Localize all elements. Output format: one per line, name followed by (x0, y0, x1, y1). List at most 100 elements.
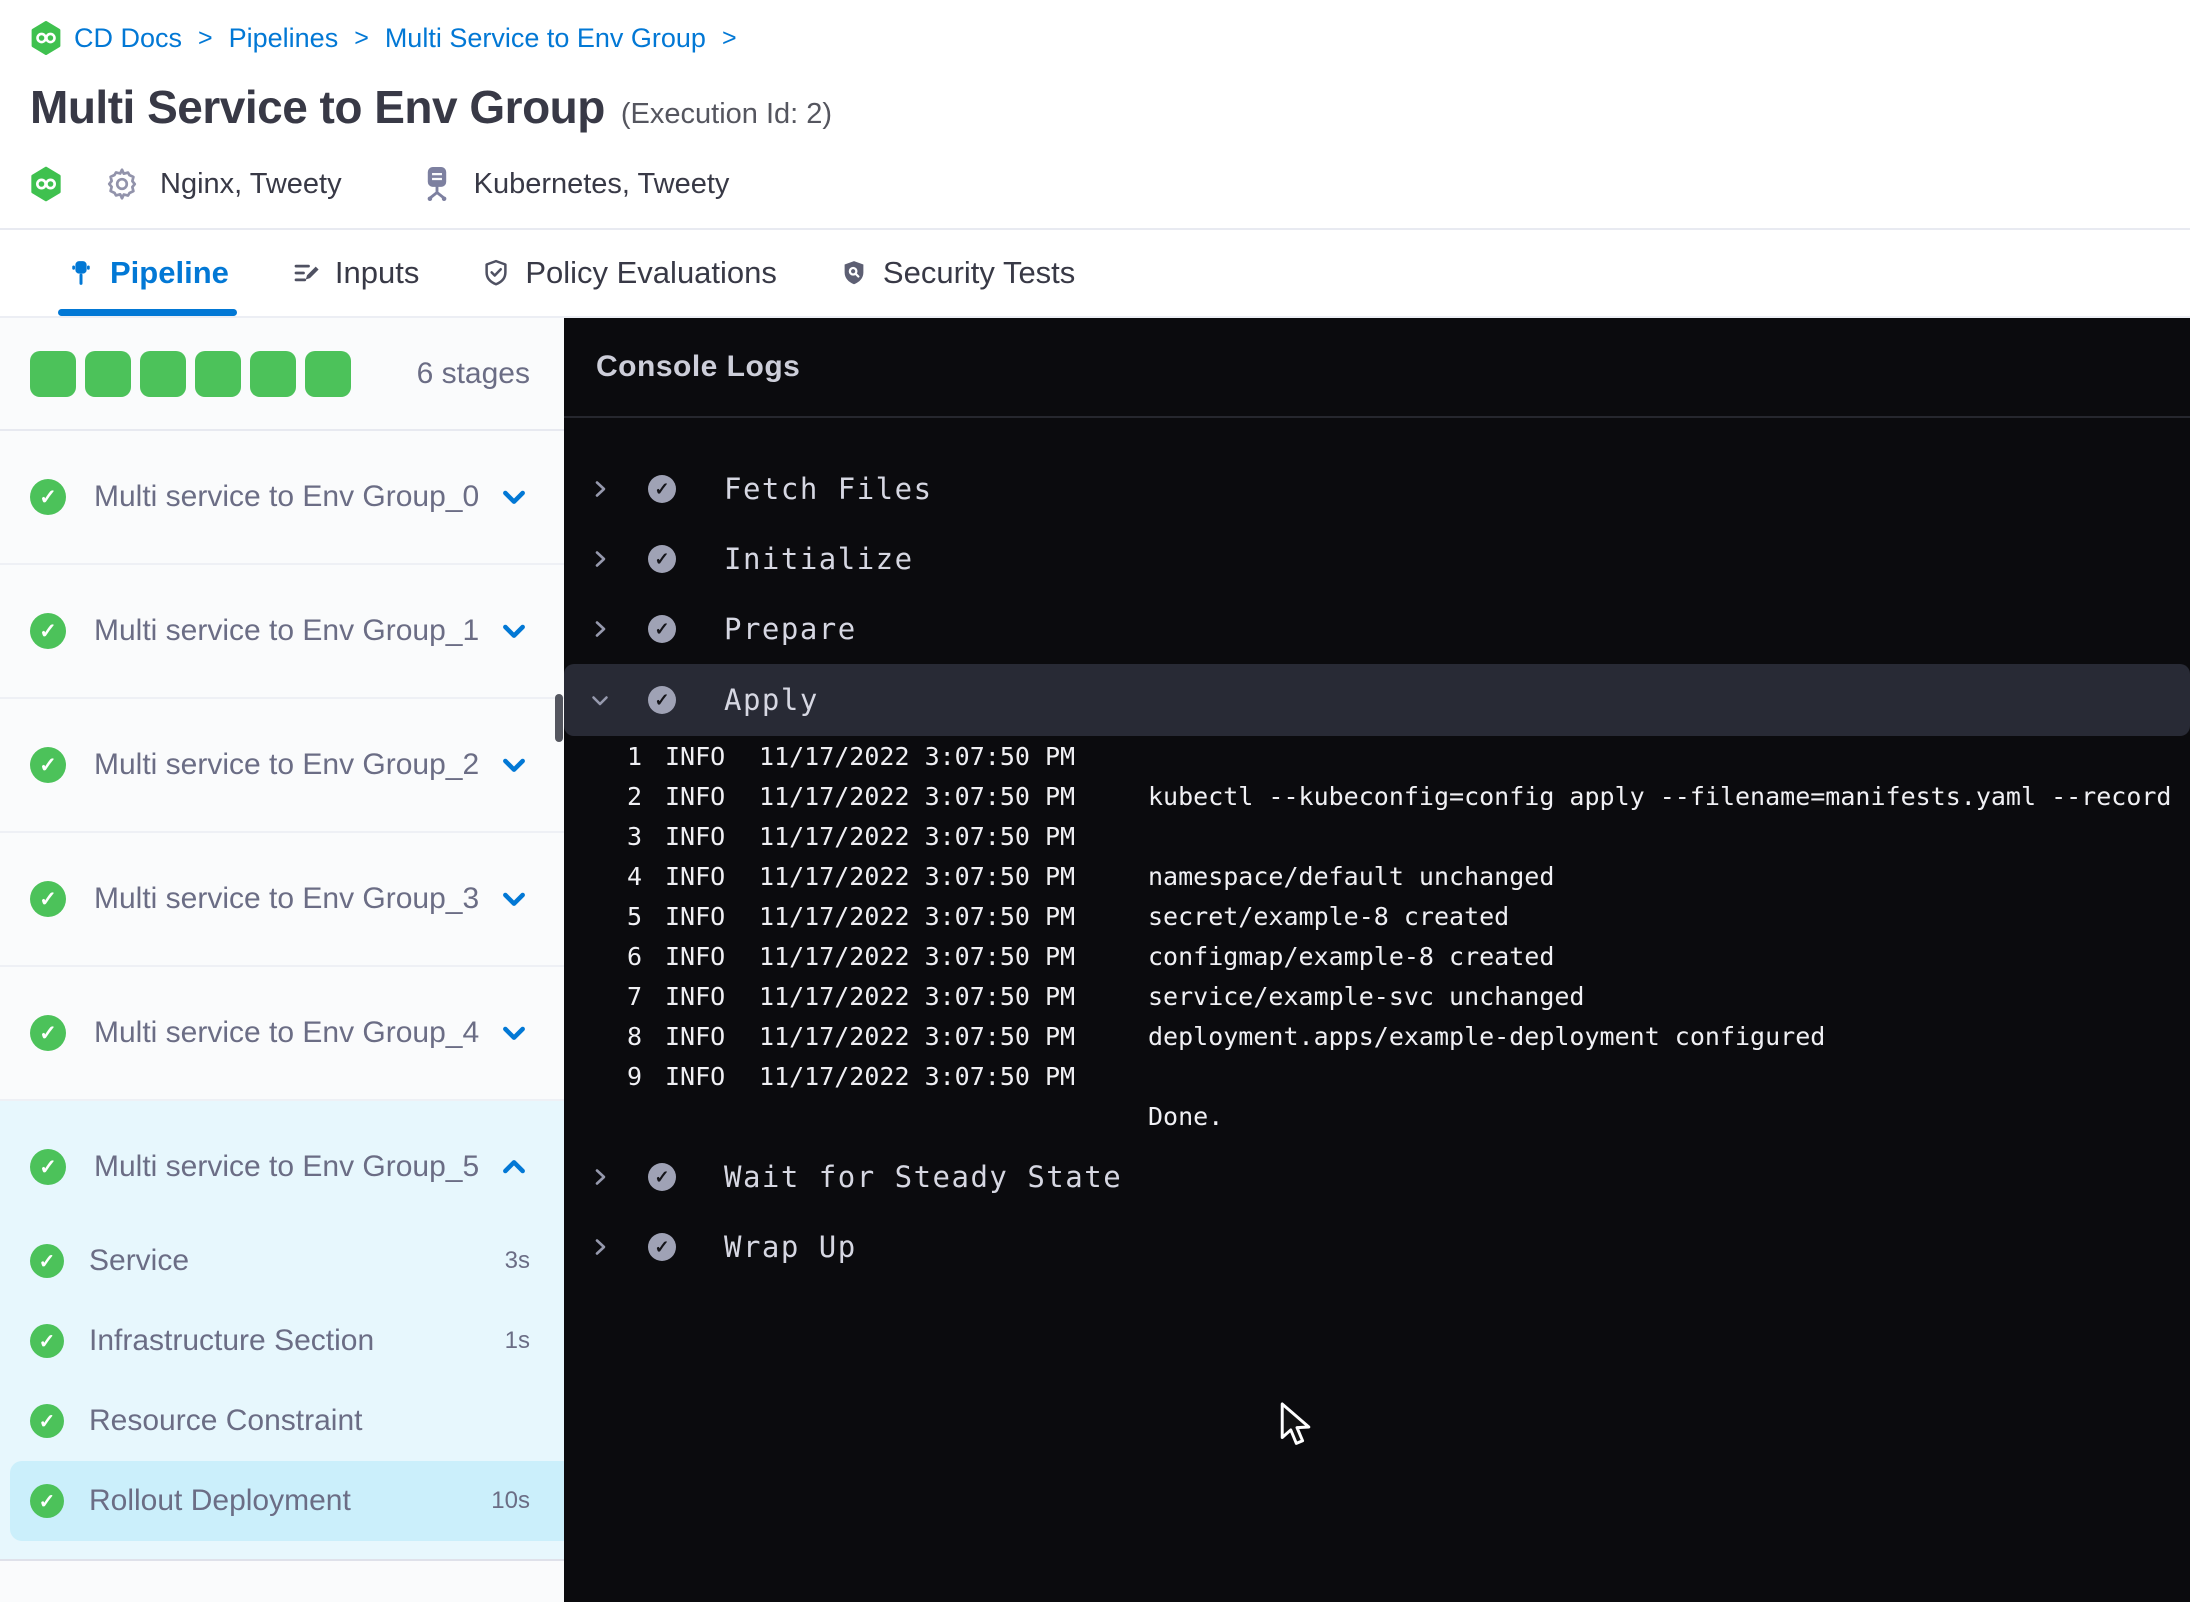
chevron-right-icon[interactable] (588, 477, 612, 501)
log-timestamp: 11/17/2022 3:07:50 PM (759, 941, 1076, 971)
console-steps: ✓ Fetch Files ✓ Initialize ✓ Prepare ✓ Apply 1 IN… (564, 418, 2190, 1282)
tab-inputs[interactable]: Inputs (291, 230, 419, 316)
step-name: Infrastructure Section (89, 1324, 375, 1357)
stage-row[interactable]: ✓ Multi service to Env Group_2 (0, 699, 564, 833)
stage-row[interactable]: ✓ Multi service to Env Group_3 (0, 833, 564, 967)
breadcrumb-separator: > (198, 23, 213, 52)
console-step-row[interactable]: ✓ Initialize (564, 524, 2190, 594)
success-check-icon: ✓ (30, 1484, 64, 1518)
stage-status-square (140, 350, 186, 397)
environments-label: Kubernetes, Tweety (473, 167, 730, 200)
execution-id: (Execution Id: 2) (620, 98, 833, 130)
log-message: deployment.apps/example-deployment confi… (1148, 1021, 1826, 1051)
tab-bar: Pipeline Inputs Policy Evaluations Secur… (0, 230, 2190, 318)
stage-name: Multi service to Env Group_2 (94, 748, 480, 781)
tab-pipeline-label: Pipeline (110, 255, 229, 290)
log-message: namespace/default unchanged (1148, 861, 1555, 891)
log-timestamp: 11/17/2022 3:07:50 PM (759, 741, 1076, 771)
chevron-down-icon[interactable] (498, 481, 530, 513)
stage-row[interactable]: ✓ Multi service to Env Group_4 (0, 967, 564, 1101)
step-success-icon: ✓ (648, 1233, 676, 1261)
log-line: 4 INFO 11/17/2022 3:07:50 PM namespace/defa… (564, 856, 2190, 896)
log-timestamp: 11/17/2022 3:07:50 PM (759, 1021, 1076, 1051)
tab-pipeline[interactable]: Pipeline (58, 230, 237, 316)
step-row[interactable]: ✓ Service 3s (0, 1221, 564, 1301)
stages-sidebar: 6 stages ✓ Multi service to Env Group_0 ✓ M… (0, 318, 564, 1602)
console-step-row[interactable]: ✓ Fetch Files (564, 454, 2190, 524)
step-row[interactable]: ✓ Resource Constraint (0, 1381, 564, 1461)
log-line-number: 2 (626, 781, 642, 811)
breadcrumb: CD Docs > Pipelines > Multi Service to E… (30, 18, 2190, 58)
policy-shield-check-icon (481, 258, 511, 288)
log-line-number: 6 (626, 941, 642, 971)
chevron-down-icon[interactable] (498, 749, 530, 781)
log-timestamp: 11/17/2022 3:07:50 PM (759, 861, 1076, 891)
console-step-row[interactable]: ✓ Prepare (564, 594, 2190, 664)
step-row[interactable]: ✓ Infrastructure Section 1s (0, 1301, 564, 1381)
title-row: Multi Service to Env Group (Execution Id… (30, 80, 2190, 134)
log-level: INFO (665, 981, 726, 1011)
log-level: INFO (665, 1021, 726, 1051)
step-duration: 10s (491, 1487, 530, 1514)
step-success-icon: ✓ (648, 545, 676, 573)
chevron-up-icon[interactable] (498, 1151, 530, 1183)
step-success-icon: ✓ (648, 686, 676, 714)
log-level: INFO (665, 861, 726, 891)
chevron-right-icon[interactable] (588, 547, 612, 571)
log-message: configmap/example-8 created (1148, 941, 1555, 971)
step-row-selected[interactable]: ✓ Rollout Deployment 10s (10, 1461, 564, 1541)
log-timestamp: 11/17/2022 3:07:50 PM (759, 781, 1076, 811)
tab-policy-evaluations[interactable]: Policy Evaluations (481, 230, 777, 316)
console-step-row[interactable]: ✓ Apply (564, 664, 2190, 736)
log-line: 3 INFO 11/17/2022 3:07:50 PM (564, 816, 2190, 856)
step-success-icon: ✓ (648, 1163, 676, 1191)
log-line-number: 7 (626, 981, 642, 1011)
breadcrumb-link-pipelines[interactable]: Pipelines (229, 23, 339, 54)
success-check-icon: ✓ (30, 613, 66, 649)
stage-status-square (195, 350, 241, 397)
chevron-down-icon[interactable] (498, 1017, 530, 1049)
console-step-name: Prepare (724, 612, 857, 646)
console-step-row[interactable]: ✓ Wrap Up (564, 1212, 2190, 1282)
chevron-down-icon[interactable] (588, 688, 612, 712)
breadcrumb-link-cd-docs[interactable]: CD Docs (74, 23, 182, 54)
console-step-row[interactable]: ✓ Wait for Steady State (564, 1142, 2190, 1212)
step-name: Service (89, 1244, 190, 1277)
stage-name: Multi service to Env Group_5 (94, 1150, 480, 1183)
stage-name: Multi service to Env Group_0 (94, 480, 480, 513)
step-duration: 3s (504, 1247, 530, 1274)
harness-logo-icon (30, 21, 62, 55)
log-line: 6 INFO 11/17/2022 3:07:50 PM configmap/exam… (564, 936, 2190, 976)
breadcrumb-separator: > (721, 23, 737, 52)
chevron-down-icon[interactable] (498, 615, 530, 647)
log-line: 2 INFO 11/17/2022 3:07:50 PM kubectl --kube… (564, 776, 2190, 816)
expanded-stage-group: ✓ Multi service to Env Group_5 ✓ Service 3s ✓… (0, 1101, 564, 1561)
chevron-down-icon[interactable] (498, 883, 530, 915)
log-timestamp: 11/17/2022 3:07:50 PM (759, 821, 1076, 851)
chevron-right-icon[interactable] (588, 1165, 612, 1189)
breadcrumb-link-pipeline-name[interactable]: Multi Service to Env Group (385, 23, 706, 54)
stage-row[interactable]: ✓ Multi service to Env Group_1 (0, 565, 564, 699)
console-logs-panel: Console Logs ✓ Fetch Files ✓ Initialize ✓ Pre… (564, 318, 2190, 1602)
success-check-icon: ✓ (30, 479, 66, 515)
log-timestamp: 11/17/2022 3:07:50 PM (759, 901, 1076, 931)
stage-row[interactable]: ✓ Multi service to Env Group_5 (0, 1101, 564, 1221)
cd-module-icon (30, 166, 62, 202)
log-line-number: 4 (626, 861, 642, 891)
log-message: service/example-svc unchanged (1148, 981, 1585, 1011)
page-title: Multi Service to Env Group (30, 81, 605, 133)
breadcrumb-separator: > (354, 23, 369, 52)
chevron-right-icon[interactable] (588, 617, 612, 641)
execution-meta-row: Nginx, Tweety Kubernetes, Tweety (30, 160, 2190, 208)
step-duration: 1s (504, 1327, 530, 1354)
log-line: 5 INFO 11/17/2022 3:07:50 PM secret/example… (564, 896, 2190, 936)
sidebar-scrollbar-thumb[interactable] (555, 694, 563, 742)
success-check-icon: ✓ (30, 1404, 64, 1438)
stage-row[interactable]: ✓ Multi service to Env Group_0 (0, 431, 564, 565)
tab-security-tests[interactable]: Security Tests (839, 230, 1075, 316)
success-check-icon: ✓ (30, 1149, 66, 1185)
log-level: INFO (665, 821, 726, 851)
log-level: INFO (665, 741, 726, 771)
chevron-right-icon[interactable] (588, 1235, 612, 1259)
log-line: 9 INFO 11/17/2022 3:07:50 PM (564, 1056, 2190, 1096)
